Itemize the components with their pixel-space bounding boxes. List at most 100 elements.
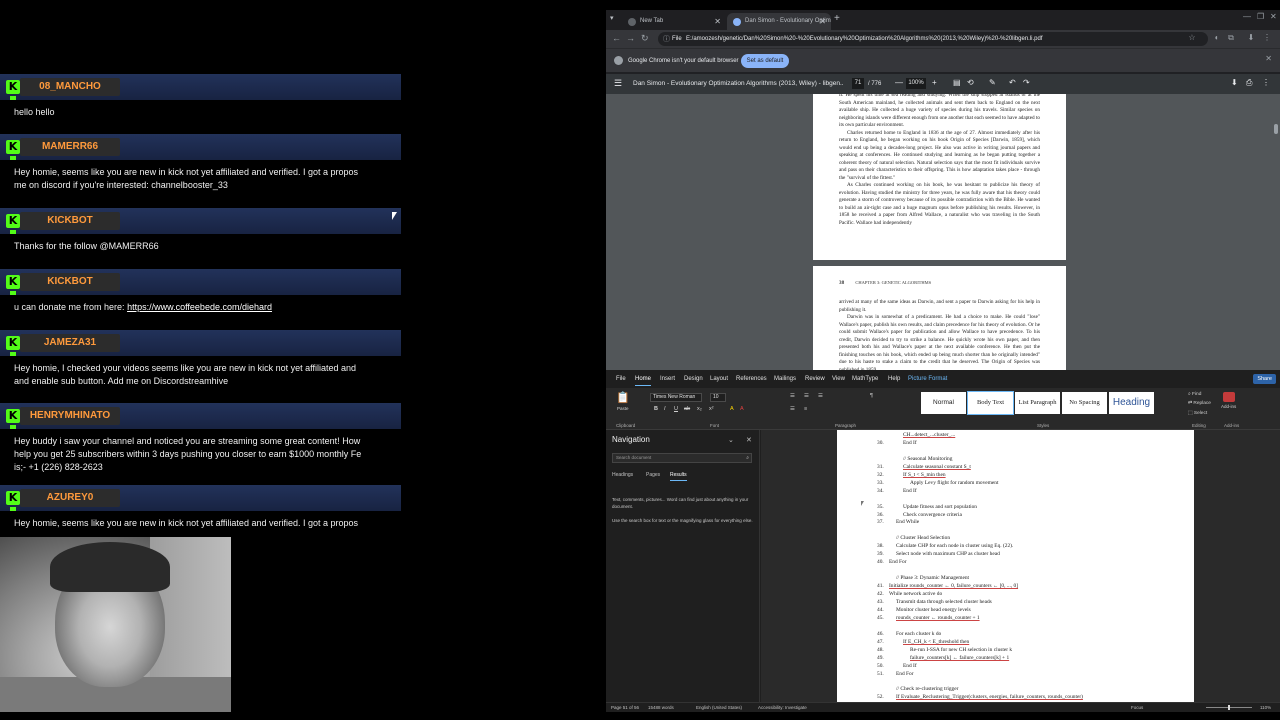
font-color-button[interactable]: A bbox=[740, 406, 744, 412]
zoom-out-icon[interactable]: — bbox=[895, 78, 903, 87]
share-button[interactable]: Share bbox=[1253, 374, 1276, 384]
status-accessibility[interactable]: Accessibility: Investigate bbox=[758, 703, 807, 712]
rotate-icon[interactable]: ⟲ bbox=[967, 78, 974, 87]
forward-icon[interactable]: → bbox=[626, 33, 635, 43]
chat-username[interactable]: MAMERR66 bbox=[20, 138, 120, 156]
replace-button[interactable]: ⇄ Replace bbox=[1188, 401, 1211, 406]
ribbon-tab-file[interactable]: File bbox=[616, 370, 626, 388]
chrome-menu-icon[interactable]: ⋮ bbox=[1262, 33, 1272, 43]
numbering-icon[interactable]: ☰ bbox=[804, 393, 809, 399]
select-button[interactable]: ⬚ Select bbox=[1188, 411, 1207, 416]
chat-username[interactable]: AZUREY0 bbox=[20, 489, 120, 507]
nav-close-icon[interactable]: ✕ bbox=[746, 436, 752, 444]
strikethrough-button[interactable]: ab bbox=[684, 406, 690, 412]
bookmark-star-icon[interactable]: ☆ bbox=[1187, 33, 1197, 43]
ribbon-tab-mathtype[interactable]: MathType bbox=[852, 370, 878, 388]
undo-icon[interactable]: ↶ bbox=[1009, 78, 1016, 87]
address-bar[interactable]: ⓘ File E:/amoozesh/genetic/Dan%20Simon%2… bbox=[658, 32, 1208, 46]
nav-collapse-icon[interactable]: ⌄ bbox=[728, 436, 734, 444]
subscript-button[interactable]: x₂ bbox=[697, 406, 702, 412]
fit-page-icon[interactable]: ▤ bbox=[953, 78, 961, 87]
chat-username[interactable]: HENRYMHINATO bbox=[20, 407, 120, 425]
pdf-viewer[interactable]: It. He spent his time at sea reading and… bbox=[606, 94, 1280, 370]
bullets-icon[interactable]: ☰ bbox=[790, 393, 795, 399]
font-size-box[interactable]: 10 bbox=[710, 393, 726, 402]
ribbon-tab-view[interactable]: View bbox=[832, 370, 845, 388]
infobar-close-icon[interactable]: ✕ bbox=[1265, 54, 1272, 63]
focus-button[interactable]: Focus bbox=[1131, 703, 1143, 712]
document-area[interactable]: CH...detect_...cluster_... 30. End If // Se… bbox=[761, 430, 1280, 702]
status-language[interactable]: English (United States) bbox=[696, 703, 742, 712]
annotate-icon[interactable]: ✎ bbox=[989, 78, 996, 87]
pdf-more-icon[interactable]: ⋮ bbox=[1262, 78, 1270, 87]
show-marks-icon[interactable]: ¶ bbox=[870, 393, 873, 399]
window-close-icon[interactable]: ✕ bbox=[1270, 12, 1277, 21]
tab-search-icon[interactable]: ▾ bbox=[610, 14, 614, 22]
status-words[interactable]: 15488 words bbox=[648, 703, 674, 712]
chat-username[interactable]: 08_MANCHO bbox=[20, 78, 120, 96]
back-icon[interactable]: ← bbox=[612, 33, 621, 43]
address-url[interactable]: E:/amoozesh/genetic/Dan%20Simon%20-%20Ev… bbox=[686, 32, 1196, 46]
tab-new-tab[interactable]: New Tab ✕ bbox=[622, 13, 726, 30]
underline-button[interactable]: U bbox=[674, 406, 678, 412]
italic-button[interactable]: I bbox=[664, 406, 666, 412]
style-no-spacing[interactable]: No Spacing bbox=[1062, 392, 1107, 414]
ribbon-tab-help[interactable]: Help bbox=[888, 370, 900, 388]
document-page[interactable]: CH...detect_...cluster_... 30. End If // Se… bbox=[837, 430, 1194, 702]
extension-icon[interactable]: ◐ bbox=[1212, 33, 1222, 43]
superscript-button[interactable]: x² bbox=[709, 406, 714, 412]
search-icon[interactable]: ⌕ bbox=[746, 454, 749, 462]
maximize-icon[interactable]: ❐ bbox=[1257, 12, 1264, 21]
bold-button[interactable]: B bbox=[654, 406, 658, 412]
ribbon-tab-layout[interactable]: Layout bbox=[710, 370, 728, 388]
reload-icon[interactable]: ↻ bbox=[641, 33, 649, 44]
redo-icon[interactable]: ↷ bbox=[1023, 78, 1030, 87]
nav-search-input[interactable]: Search document ⌕ bbox=[612, 453, 752, 463]
ribbon-tab-picture-format[interactable]: Picture Format bbox=[908, 370, 947, 388]
paste-label[interactable]: Paste bbox=[617, 406, 629, 411]
paste-icon[interactable]: 📋 bbox=[616, 391, 630, 404]
multilevel-list-icon[interactable]: ☰ bbox=[818, 393, 823, 399]
add-ins-button[interactable]: Add-ins bbox=[1221, 404, 1236, 409]
ribbon-tab-home[interactable]: Home bbox=[635, 370, 652, 388]
downloads-icon[interactable]: ⬇ bbox=[1246, 33, 1256, 43]
tab-pdf[interactable]: Dan Simon - Evolutionary Optim ✕ bbox=[727, 13, 831, 30]
find-button[interactable]: ⌕ Find bbox=[1188, 391, 1201, 397]
style-normal[interactable]: Normal bbox=[921, 392, 966, 414]
highlight-button[interactable]: A bbox=[730, 406, 734, 412]
pdf-scrollbar[interactable] bbox=[1274, 124, 1278, 134]
font-name-box[interactable]: Times New Roman bbox=[650, 393, 702, 402]
pdf-menu-icon[interactable]: ☰ bbox=[614, 78, 622, 89]
print-icon[interactable]: ⎙ bbox=[1246, 78, 1252, 88]
new-tab-button[interactable]: + bbox=[834, 13, 840, 24]
page-number-input[interactable]: 71 bbox=[852, 78, 864, 89]
nav-tab-headings[interactable]: Headings bbox=[612, 472, 633, 478]
tab-close-icon[interactable]: ✕ bbox=[714, 13, 721, 30]
align-left-icon[interactable]: ☰ bbox=[790, 406, 795, 412]
nav-tab-pages[interactable]: Pages bbox=[646, 472, 660, 478]
ribbon-tab-references[interactable]: References bbox=[736, 370, 767, 388]
chat-username[interactable]: KICKBOT bbox=[20, 212, 120, 230]
style-body-text[interactable]: Body Text bbox=[967, 391, 1014, 415]
minimize-icon[interactable]: — bbox=[1243, 12, 1251, 21]
style-list-paragraph[interactable]: List Paragraph bbox=[1015, 392, 1060, 414]
status-zoom[interactable]: 110% bbox=[1260, 703, 1271, 712]
tab-close-icon[interactable]: ✕ bbox=[819, 13, 826, 30]
status-page[interactable]: Page 51 of 56 bbox=[611, 703, 639, 712]
chat-message-link[interactable]: https://www.coffeebede.com/diehard bbox=[127, 302, 272, 312]
zoom-input[interactable]: 100% bbox=[906, 78, 926, 89]
nav-tab-results[interactable]: Results bbox=[670, 472, 687, 481]
style-heading[interactable]: Heading bbox=[1109, 392, 1154, 414]
chat-username[interactable]: KICKBOT bbox=[20, 273, 120, 291]
ribbon-tab-design[interactable]: Design bbox=[684, 370, 703, 388]
tab-groups-icon[interactable]: ⧉ bbox=[1226, 33, 1236, 43]
ribbon-tab-insert[interactable]: Insert bbox=[660, 370, 675, 388]
ribbon-tab-mailings[interactable]: Mailings bbox=[774, 370, 796, 388]
zoom-slider[interactable] bbox=[1206, 705, 1252, 710]
chat-username[interactable]: JAMEZA31 bbox=[20, 334, 120, 352]
set-as-default-button[interactable]: Set as default bbox=[741, 54, 789, 68]
pdf-download-icon[interactable]: ⬇ bbox=[1231, 78, 1238, 87]
justify-icon[interactable]: ≡ bbox=[804, 406, 807, 412]
ribbon-tab-review[interactable]: Review bbox=[805, 370, 825, 388]
zoom-in-icon[interactable]: + bbox=[932, 78, 937, 87]
